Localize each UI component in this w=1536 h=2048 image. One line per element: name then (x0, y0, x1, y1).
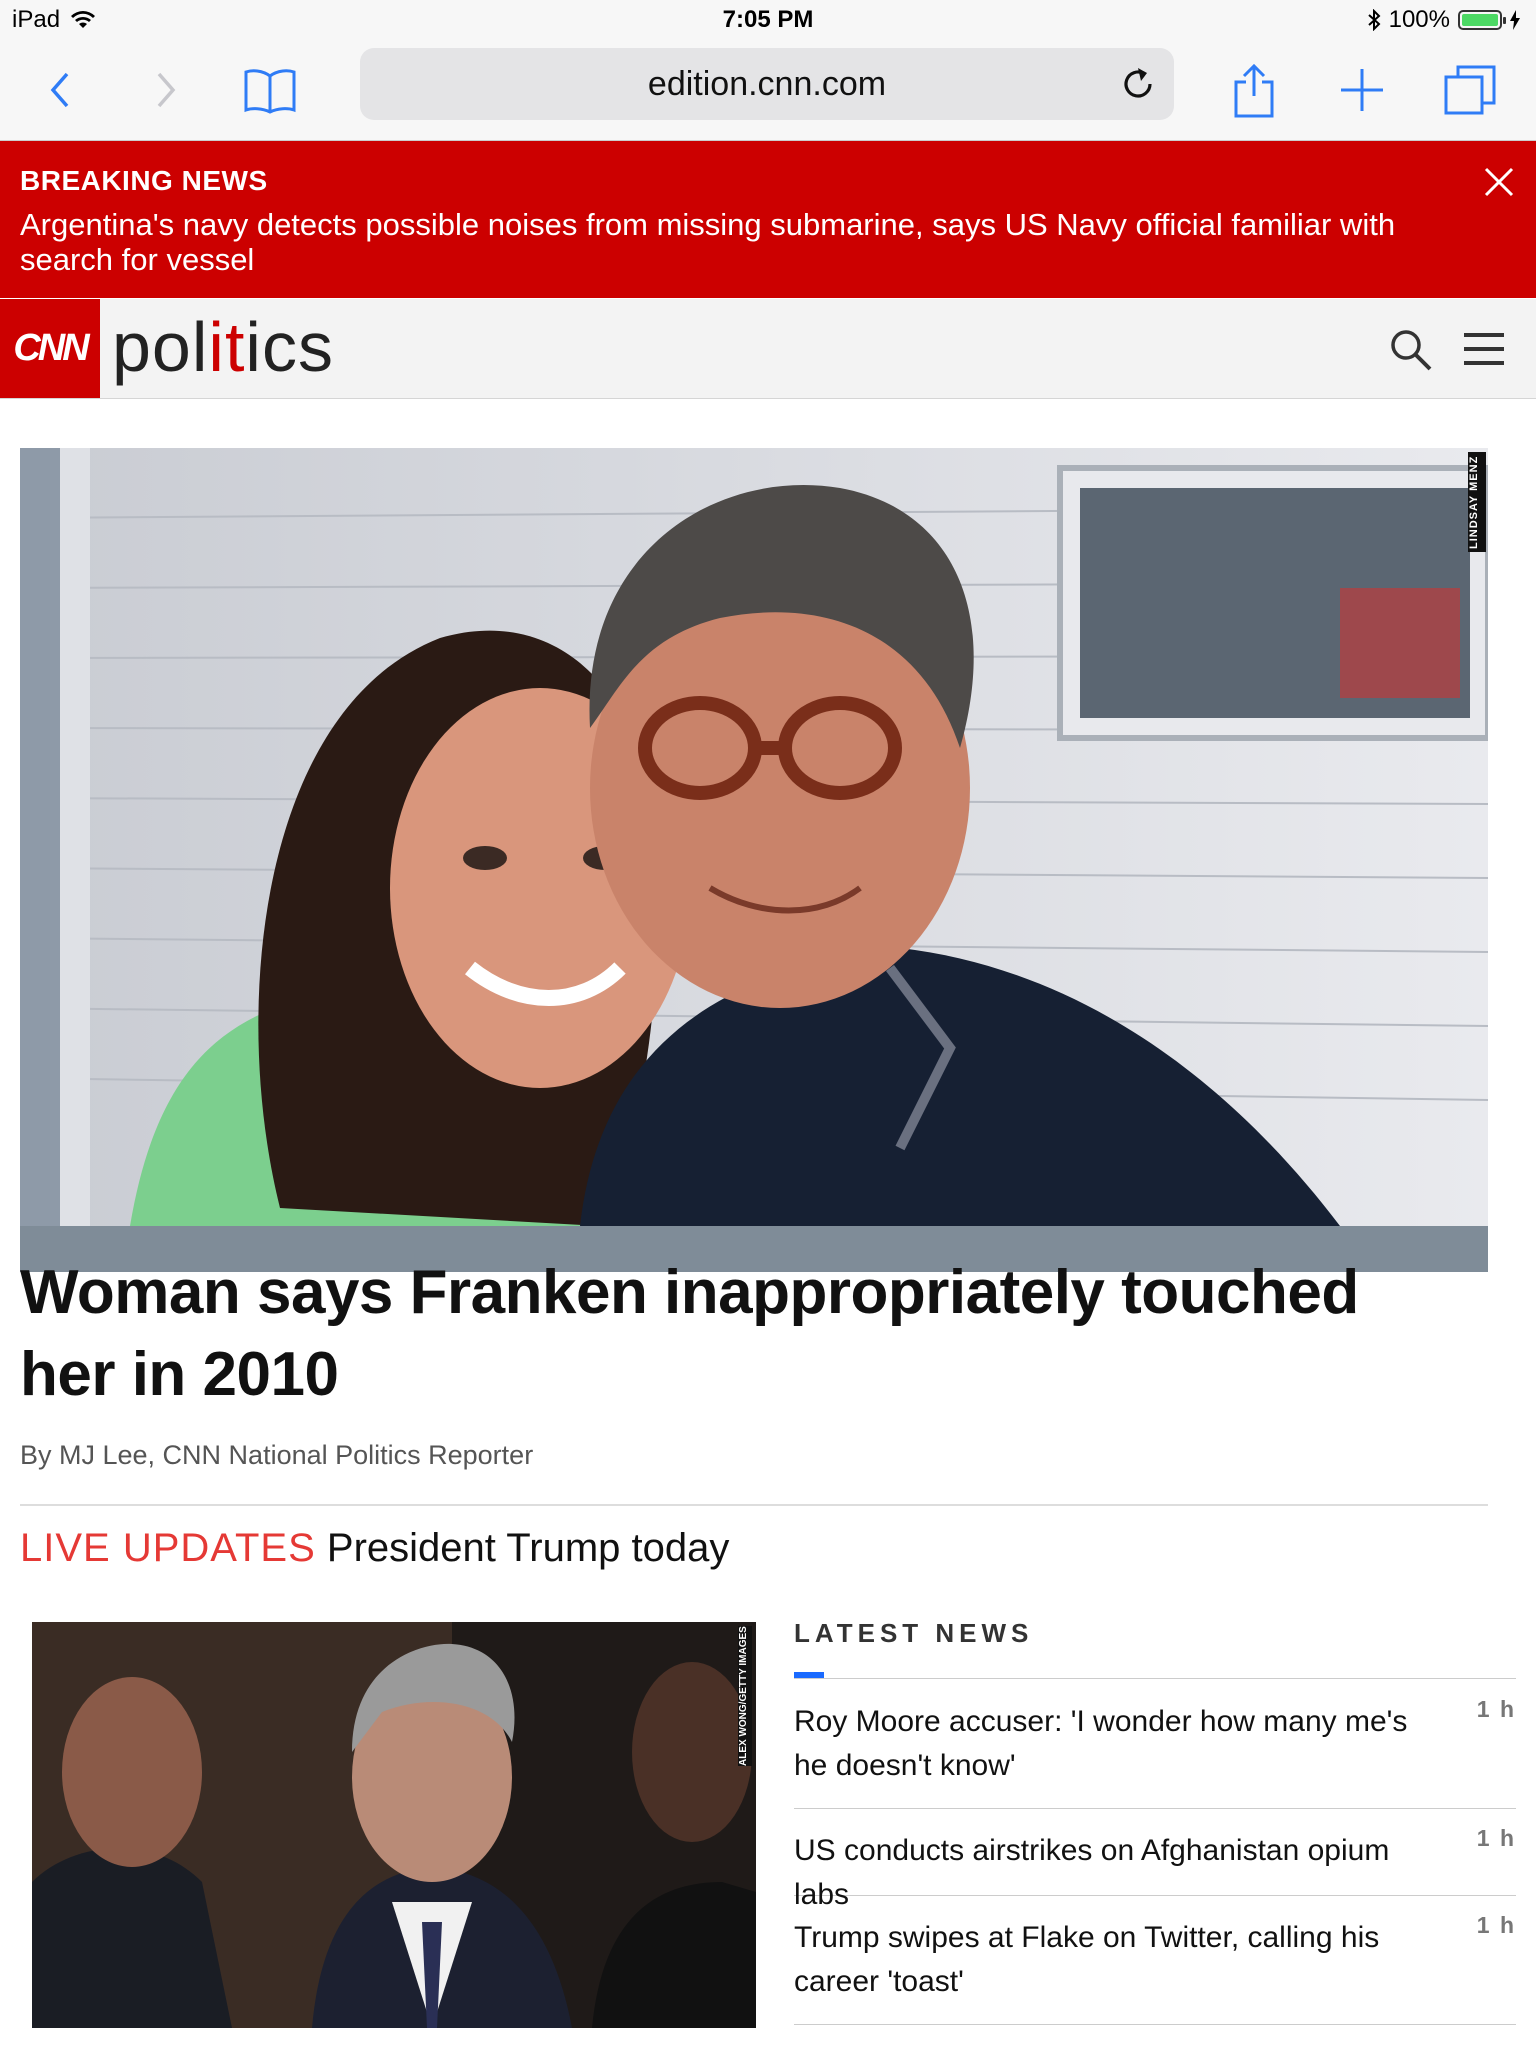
new-tab-button[interactable] (1330, 58, 1394, 122)
secondary-photo-credit: ALEX WONG/GETTY IMAGES (738, 1626, 752, 1766)
secondary-photo (32, 1622, 756, 2028)
breaking-label: BREAKING NEWS (20, 165, 268, 196)
charging-icon (1510, 10, 1520, 30)
url-text: edition.cnn.com (647, 64, 887, 103)
news-item[interactable]: US conducts airstrikes on Afghanistan op… (794, 1809, 1516, 1911)
hero-image[interactable] (20, 448, 1488, 1226)
address-bar[interactable]: edition.cnn.com (360, 48, 1174, 120)
chevron-left-icon (50, 72, 69, 108)
section-title[interactable]: politics (112, 307, 334, 387)
share-button[interactable] (1222, 58, 1286, 122)
clock: 7:05 PM (722, 6, 814, 33)
news-item-title[interactable]: Roy Moore accuser: 'I wonder how many me… (794, 1700, 1414, 1788)
article-headline[interactable]: Woman says Franken inappropriately touch… (20, 1252, 1460, 1416)
tabs-icon (1444, 65, 1496, 115)
bluetooth-icon (1367, 9, 1381, 31)
live-updates-title: President Trump today (326, 1526, 730, 1570)
breaking-news-banner[interactable]: BREAKING NEWS Argentina's navy detects p… (0, 141, 1536, 298)
share-icon (1234, 63, 1274, 118)
cnn-logo[interactable]: CNN (0, 299, 100, 398)
site-header: CNN politics (0, 299, 1536, 399)
latest-news-rule (794, 1678, 1516, 1679)
search-icon[interactable] (1388, 327, 1434, 373)
plus-icon (1341, 69, 1383, 111)
secondary-story-image[interactable] (32, 1622, 756, 2028)
tabs-button[interactable] (1438, 58, 1502, 122)
reload-icon[interactable] (1116, 62, 1160, 106)
battery-percent: 100% (1388, 6, 1450, 33)
bookmarks-button[interactable] (238, 58, 302, 122)
news-item[interactable]: Roy Moore accuser: 'I wonder how many me… (794, 1680, 1516, 1809)
status-bar: iPad 7:05 PM 100% (0, 0, 1536, 40)
news-item-age: 1 h (1476, 1912, 1516, 1938)
news-item-age: 1 h (1476, 1696, 1516, 1722)
live-updates-link[interactable]: LIVE UPDATES President Trump today (20, 1526, 729, 1571)
back-button[interactable] (28, 58, 92, 122)
close-icon[interactable] (1482, 165, 1516, 199)
battery-icon (1458, 10, 1506, 30)
hero-photo (20, 448, 1488, 1226)
article-byline: By MJ Lee, CNN National Politics Reporte… (20, 1440, 534, 1470)
news-item[interactable]: Trump swipes at Flake on Twitter, callin… (794, 1896, 1516, 2025)
news-item-age: 1 h (1476, 1825, 1516, 1851)
latest-news-heading: LATEST NEWS (794, 1618, 1034, 1648)
book-icon (244, 69, 296, 114)
live-updates-tag: LIVE UPDATES (20, 1526, 316, 1570)
chevron-right-icon (157, 72, 176, 108)
forward-button[interactable] (134, 58, 198, 122)
news-item-title[interactable]: Trump swipes at Flake on Twitter, callin… (794, 1916, 1414, 2004)
section-divider (20, 1504, 1488, 1506)
breaking-text[interactable]: Argentina's navy detects possible noises… (20, 207, 1460, 277)
photo-credit: LINDSAY MENZ (1468, 452, 1486, 552)
menu-icon[interactable] (1462, 329, 1506, 369)
